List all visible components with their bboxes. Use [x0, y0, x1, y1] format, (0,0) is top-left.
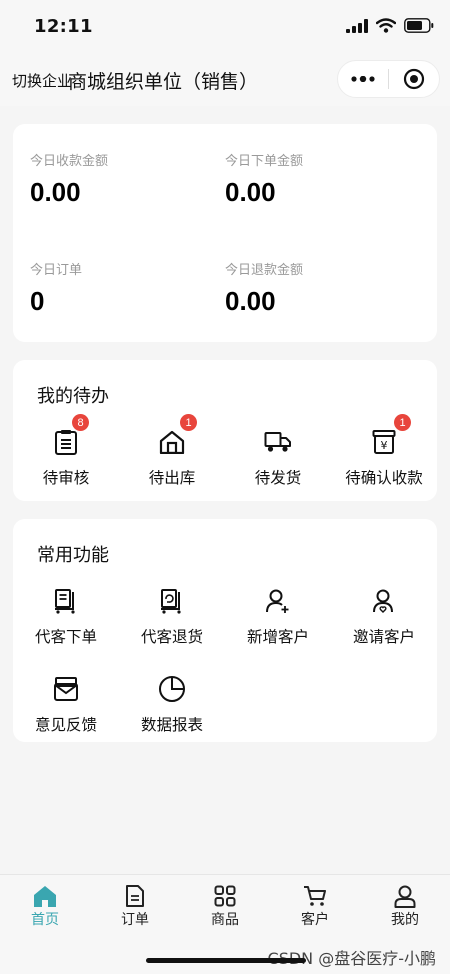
- tab-orders[interactable]: 订单: [90, 875, 180, 935]
- todo-label: 待出库: [148, 469, 196, 487]
- function-label: 代客下单: [34, 628, 97, 646]
- tab-label: 首页: [31, 912, 59, 928]
- todo-card: 我的待办 8 待审核 1 待出库 待发货 ¥ 1 待确认收款: [13, 360, 437, 501]
- more-dots-icon: [351, 76, 375, 82]
- svg-text:¥: ¥: [381, 439, 388, 452]
- target-close-icon: [403, 68, 425, 90]
- tab-home[interactable]: 首页: [0, 875, 90, 935]
- document-icon: [122, 883, 148, 909]
- function-label: 邀请客户: [352, 628, 415, 646]
- pie-chart-icon: [158, 675, 186, 703]
- truck-icon: [264, 428, 292, 456]
- todo-title: 我的待办: [37, 386, 109, 407]
- cart-order-icon: [52, 587, 80, 615]
- todo-item-confirm-payment[interactable]: ¥ 1 待确认收款: [331, 414, 437, 488]
- battery-icon: [404, 18, 434, 33]
- function-place-order[interactable]: 代客下单: [13, 587, 119, 647]
- stats-card: 今日收款金额 0.00 今日下单金额 0.00 今日订单 0 今日退款金额 0.…: [13, 124, 437, 342]
- mail-feedback-icon: [52, 675, 80, 703]
- warehouse-icon: 1: [158, 414, 197, 456]
- stat-label: 今日订单: [30, 263, 83, 278]
- close-miniprogram-button[interactable]: [389, 60, 439, 98]
- nav-bar: 切换企业 商城组织单位（销售）: [0, 56, 450, 106]
- status-bar: 12:11: [0, 0, 450, 56]
- more-button[interactable]: [338, 60, 388, 98]
- tab-label: 我的: [391, 912, 419, 928]
- user-invite-icon: [370, 587, 398, 615]
- function-label: 新增客户: [246, 628, 309, 646]
- grid-icon: [212, 883, 238, 909]
- clipboard-list-icon: 8: [52, 414, 89, 456]
- function-data-report[interactable]: 数据报表: [119, 675, 225, 735]
- todo-item-review[interactable]: 8 待审核: [13, 414, 119, 488]
- stat-today-orders: 今日订单 0: [30, 259, 210, 317]
- stat-label: 今日收款金额: [30, 154, 109, 169]
- signal-icon: [346, 18, 368, 33]
- badge-count: 1: [394, 414, 411, 431]
- tab-customers[interactable]: 客户: [270, 875, 360, 935]
- stat-label: 今日下单金额: [225, 154, 304, 169]
- status-icons: [346, 18, 434, 33]
- function-label: 意见反馈: [34, 716, 97, 734]
- cart-icon: [302, 883, 328, 909]
- badge-count: 1: [180, 414, 197, 431]
- todo-item-ship[interactable]: 待发货: [225, 428, 331, 488]
- stat-value: 0.00: [30, 177, 81, 207]
- stat-label: 今日退款金额: [225, 263, 304, 278]
- badge-count: 8: [72, 414, 89, 431]
- stat-value: 0: [30, 286, 45, 316]
- functions-title: 常用功能: [37, 545, 109, 566]
- functions-card: 常用功能 代客下单 代客退货 新增客户 邀请客户 意见反馈 数据报表: [13, 519, 437, 742]
- user-add-icon: [264, 587, 292, 615]
- page-title: 商城组织单位（销售）: [68, 71, 259, 93]
- stat-today-refund: 今日退款金额 0.00: [225, 259, 405, 317]
- stat-value: 0.00: [225, 286, 276, 316]
- todo-label: 待发货: [254, 469, 302, 487]
- switch-company-button[interactable]: 切换企业: [12, 70, 72, 91]
- tab-label: 订单: [121, 912, 149, 928]
- tab-products[interactable]: 商品: [180, 875, 270, 935]
- function-return-goods[interactable]: 代客退货: [119, 587, 225, 647]
- status-time: 12:11: [34, 16, 93, 37]
- stat-today-received: 今日收款金额 0.00: [30, 150, 210, 208]
- tab-label: 客户: [301, 912, 329, 928]
- stat-value: 0.00: [225, 177, 276, 207]
- todo-label: 待审核: [42, 469, 90, 487]
- wifi-icon: [376, 18, 396, 33]
- function-feedback[interactable]: 意见反馈: [13, 675, 119, 735]
- cart-return-icon: [158, 587, 186, 615]
- yen-box-icon: ¥ 1: [370, 414, 411, 456]
- home-indicator: [146, 958, 306, 963]
- todo-label: 待确认收款: [345, 469, 423, 487]
- tab-label: 商品: [211, 912, 239, 928]
- tab-me[interactable]: 我的: [360, 875, 450, 935]
- home-icon: [32, 883, 58, 909]
- stat-today-order-amount: 今日下单金额 0.00: [225, 150, 405, 208]
- function-label: 数据报表: [140, 716, 203, 734]
- function-add-customer[interactable]: 新增客户: [225, 587, 331, 647]
- watermark: CSDN @盘谷医疗-小鹏: [267, 949, 436, 968]
- todo-item-outbound[interactable]: 1 待出库: [119, 414, 225, 488]
- function-invite-customer[interactable]: 邀请客户: [331, 587, 437, 647]
- user-icon: [392, 883, 418, 909]
- function-label: 代客退货: [140, 628, 203, 646]
- miniprogram-capsule: [337, 60, 440, 98]
